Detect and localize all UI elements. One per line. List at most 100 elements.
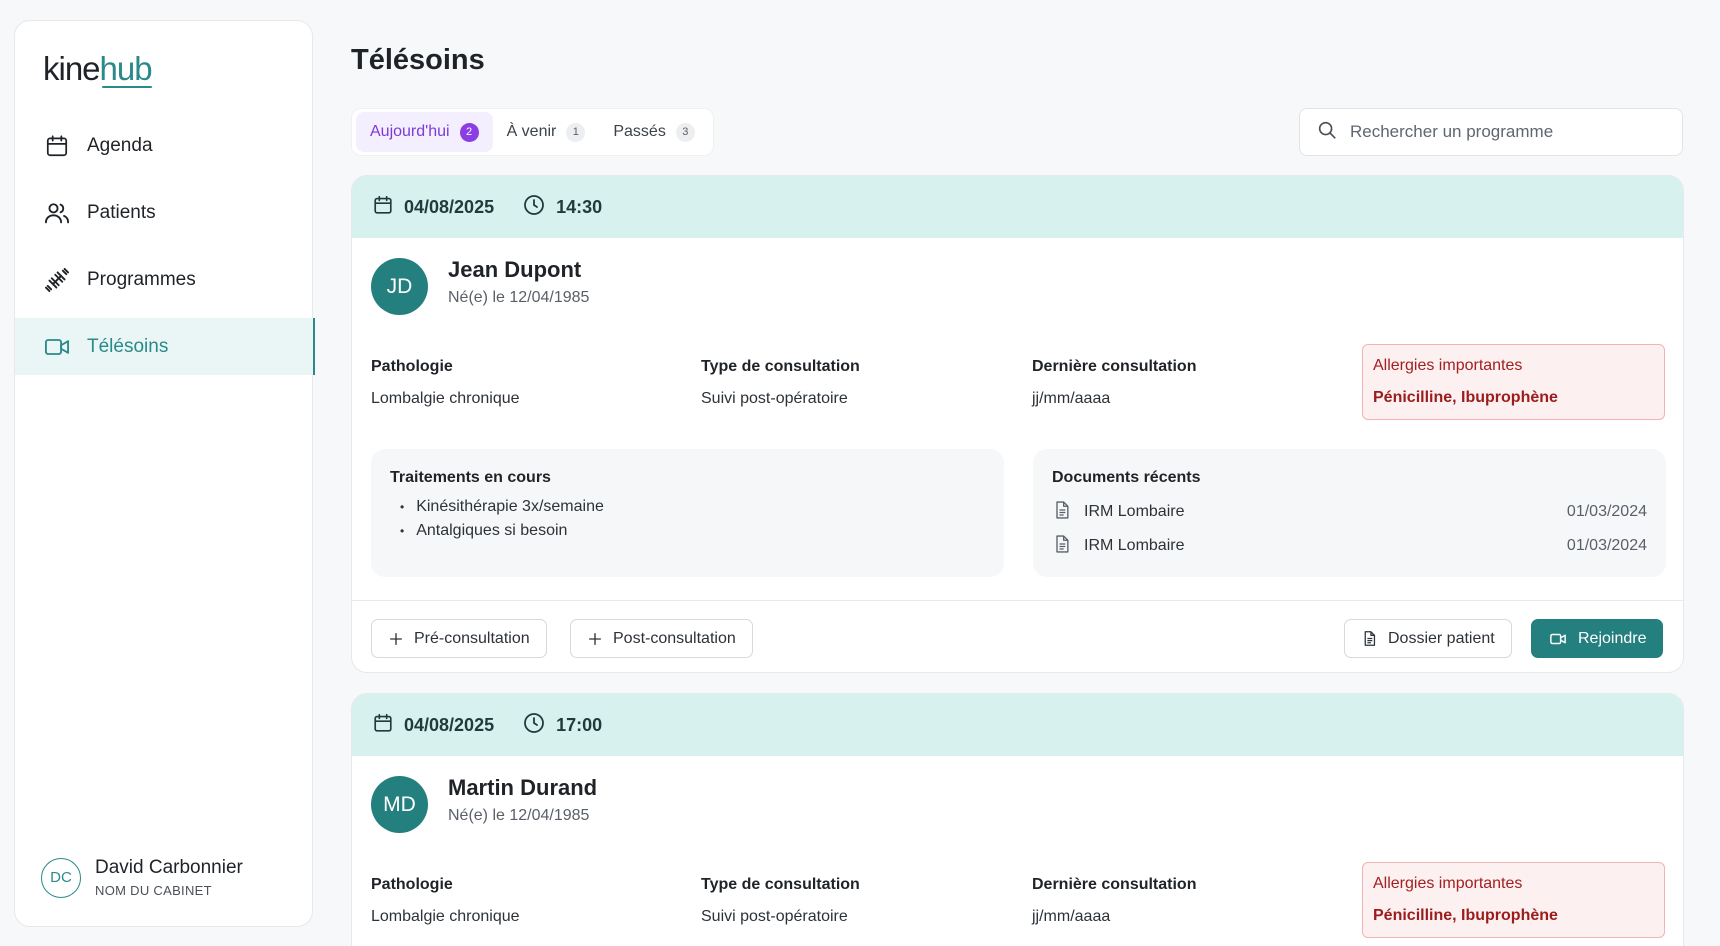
- tab-count-badge: 1: [566, 122, 586, 142]
- consultation-card: 04/08/2025 14:30 JD Jean Dupont Né(e) le…: [351, 175, 1684, 673]
- allergies-alert: Allergies importantes Pénicilline, Ibupr…: [1362, 344, 1665, 420]
- join-button[interactable]: Rejoindre: [1531, 619, 1664, 658]
- kinehub-logo[interactable]: kine hub: [43, 49, 153, 89]
- treatments-title: Traitements en cours: [390, 469, 551, 486]
- documents-panel: Documents récents IRM Lombaire 01/03/202…: [1033, 449, 1666, 577]
- consultation-type-label: Type de consultation: [701, 876, 860, 893]
- file-icon: [1052, 533, 1084, 560]
- sidebar: kine hub Agenda Patients Programmes Télé…: [14, 20, 315, 927]
- consultation-type-value: Suivi post-opératoire: [701, 908, 848, 925]
- plus-icon: [589, 632, 601, 645]
- calendar-icon: [372, 712, 404, 739]
- clock-icon: [522, 711, 556, 740]
- button-label: Rejoindre: [1578, 629, 1647, 647]
- button-label: Pré-consultation: [414, 629, 530, 647]
- consultation-time: 17:00: [556, 714, 603, 735]
- consultation-time: 14:30: [556, 196, 603, 217]
- document-name: IRM Lombaire: [1084, 503, 1185, 520]
- dumbbell-icon: [43, 266, 71, 294]
- allergies-label: Allergies importantes: [1373, 875, 1523, 892]
- document-item[interactable]: IRM Lombaire 01/03/2024: [1052, 529, 1647, 563]
- last-consultation-value: jj/mm/aaaa: [1032, 390, 1111, 407]
- allergies-value: Pénicilline, Ibuprophène: [1373, 907, 1558, 924]
- allergies-alert: Allergies importantes Pénicilline, Ibupr…: [1362, 862, 1665, 938]
- page-title: Télésoins: [351, 44, 485, 76]
- pre-consultation-button[interactable]: Pré-consultation: [371, 619, 547, 658]
- logo-text-hub: hub: [99, 50, 153, 87]
- patient-birthdate: Né(e) le 12/04/1985: [448, 806, 590, 824]
- calendar-icon: [43, 132, 71, 160]
- tab-upcoming[interactable]: À venir 1: [493, 112, 600, 152]
- search-input[interactable]: [1350, 122, 1650, 142]
- documents-title: Documents récents: [1052, 469, 1201, 486]
- patient-birthdate: Né(e) le 12/04/1985: [448, 288, 590, 306]
- avatar: MD: [371, 776, 428, 833]
- card-header: 04/08/2025 14:30: [352, 176, 1683, 238]
- allergies-label: Allergies importantes: [1373, 357, 1523, 374]
- plus-icon: [390, 632, 402, 645]
- tab-count-badge: 2: [459, 122, 479, 142]
- patient-header: MD Martin Durand Né(e) le 12/04/1985: [371, 775, 597, 833]
- pathologie-label: Pathologie: [371, 358, 453, 375]
- last-consultation-label: Dernière consultation: [1032, 876, 1197, 893]
- patient-info: Pathologie Lombalgie chronique Type de c…: [371, 344, 1665, 420]
- tab-label: Aujourd'hui: [370, 123, 450, 140]
- sidebar-item-telesoins[interactable]: Télésoins: [15, 318, 315, 375]
- search-box[interactable]: [1299, 108, 1683, 156]
- consultation-date: 04/08/2025: [404, 196, 495, 217]
- document-date: 01/03/2024: [1566, 537, 1647, 554]
- card-header: 04/08/2025 17:00: [352, 694, 1683, 756]
- sidebar-item-patients[interactable]: Patients: [15, 184, 314, 241]
- last-consultation-value: jj/mm/aaaa: [1032, 908, 1111, 925]
- video-icon: [43, 333, 71, 361]
- patient-info: Pathologie Lombalgie chronique Type de c…: [371, 862, 1665, 938]
- clock-icon: [522, 193, 556, 222]
- pathologie-value: Lombalgie chronique: [371, 390, 520, 407]
- users-icon: [43, 199, 71, 227]
- video-icon: [1550, 633, 1566, 644]
- pathologie-value: Lombalgie chronique: [371, 908, 520, 925]
- patient-name[interactable]: Jean Dupont: [448, 257, 589, 283]
- button-label: Dossier patient: [1388, 629, 1495, 647]
- sidebar-item-programmes[interactable]: Programmes: [15, 251, 314, 308]
- consultation-date: 04/08/2025: [404, 714, 495, 735]
- patient-file-button[interactable]: Dossier patient: [1344, 619, 1512, 658]
- consultation-card: 04/08/2025 17:00 MD Martin Durand Né(e) …: [351, 693, 1684, 946]
- consultation-type-value: Suivi post-opératoire: [701, 390, 848, 407]
- sidebar-item-label: Télésoins: [87, 335, 169, 357]
- tab-today[interactable]: Aujourd'hui 2: [356, 112, 493, 152]
- avatar: DC: [41, 857, 81, 898]
- tab-bar: Aujourd'hui 2 À venir 1 Passés 3: [351, 108, 714, 156]
- user-profile[interactable]: DC David Carbonnier NOM DU CABINET: [41, 857, 243, 898]
- sidebar-item-agenda[interactable]: Agenda: [15, 117, 314, 174]
- user-name: David Carbonnier: [95, 857, 243, 878]
- calendar-icon: [372, 194, 404, 221]
- sidebar-item-label: Agenda: [87, 134, 153, 156]
- cabinet-name: NOM DU CABINET: [95, 883, 212, 898]
- patient-header: JD Jean Dupont Né(e) le 12/04/1985: [371, 257, 590, 315]
- tab-count-badge: 3: [675, 122, 695, 142]
- tab-past[interactable]: Passés 3: [599, 112, 708, 152]
- file-icon: [1052, 499, 1084, 526]
- sidebar-item-label: Patients: [87, 201, 156, 223]
- card-actions: Pré-consultation Post-consultation Dossi…: [352, 600, 1683, 672]
- document-name: IRM Lombaire: [1084, 537, 1185, 554]
- list-item: Antalgiques si besoin: [390, 519, 985, 543]
- tab-label: À venir: [506, 123, 557, 140]
- post-consultation-button[interactable]: Post-consultation: [570, 619, 753, 658]
- tab-label: Passés: [613, 123, 666, 140]
- file-icon: [1364, 631, 1376, 646]
- consultation-type-label: Type de consultation: [701, 358, 860, 375]
- search-icon: [1316, 119, 1338, 146]
- document-date: 01/03/2024: [1566, 503, 1647, 520]
- last-consultation-label: Dernière consultation: [1032, 358, 1197, 375]
- allergies-value: Pénicilline, Ibuprophène: [1373, 389, 1558, 406]
- button-label: Post-consultation: [613, 629, 736, 647]
- document-item[interactable]: IRM Lombaire 01/03/2024: [1052, 495, 1647, 529]
- pathologie-label: Pathologie: [371, 876, 453, 893]
- treatments-panel: Traitements en cours Kinésithérapie 3x/s…: [371, 449, 1004, 577]
- patient-name[interactable]: Martin Durand: [448, 775, 597, 801]
- sidebar-item-label: Programmes: [87, 268, 196, 290]
- list-item: Kinésithérapie 3x/semaine: [390, 495, 985, 519]
- logo-text-kine: kine: [43, 50, 101, 87]
